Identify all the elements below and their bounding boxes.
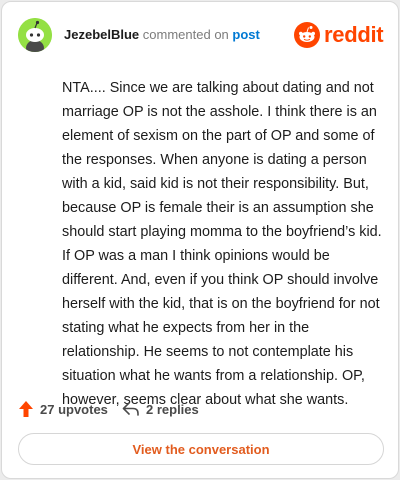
comment-header: JezebelBlue commented on post reddit xyxy=(18,18,384,54)
comment-body: NTA.... Since we are talking about datin… xyxy=(62,80,382,408)
post-link[interactable]: post xyxy=(232,27,259,42)
reply-arrow-icon xyxy=(122,402,139,416)
replies-count: 2 replies xyxy=(146,401,199,417)
username-link[interactable]: JezebelBlue xyxy=(64,27,139,42)
upvote-count: 27 upvotes xyxy=(40,401,108,417)
comment-card: JezebelBlue commented on post reddit NTA… xyxy=(1,1,399,479)
comment-footer: 27 upvotes 2 replies xyxy=(18,398,318,420)
upvote-control[interactable]: 27 upvotes xyxy=(18,398,108,420)
brand-wordmark: reddit xyxy=(324,22,384,47)
action-text: commented on xyxy=(142,27,229,42)
comment-meta: JezebelBlue commented on post xyxy=(64,27,260,43)
view-conversation-label: View the conversation xyxy=(132,441,270,457)
reddit-brand[interactable]: reddit xyxy=(294,22,384,48)
view-conversation-button[interactable]: View the conversation xyxy=(18,433,384,465)
snoo-avatar-icon[interactable] xyxy=(18,18,52,52)
replies-control[interactable]: 2 replies xyxy=(122,398,199,420)
reddit-logo-icon xyxy=(294,22,320,48)
upvote-arrow-icon xyxy=(19,401,33,417)
